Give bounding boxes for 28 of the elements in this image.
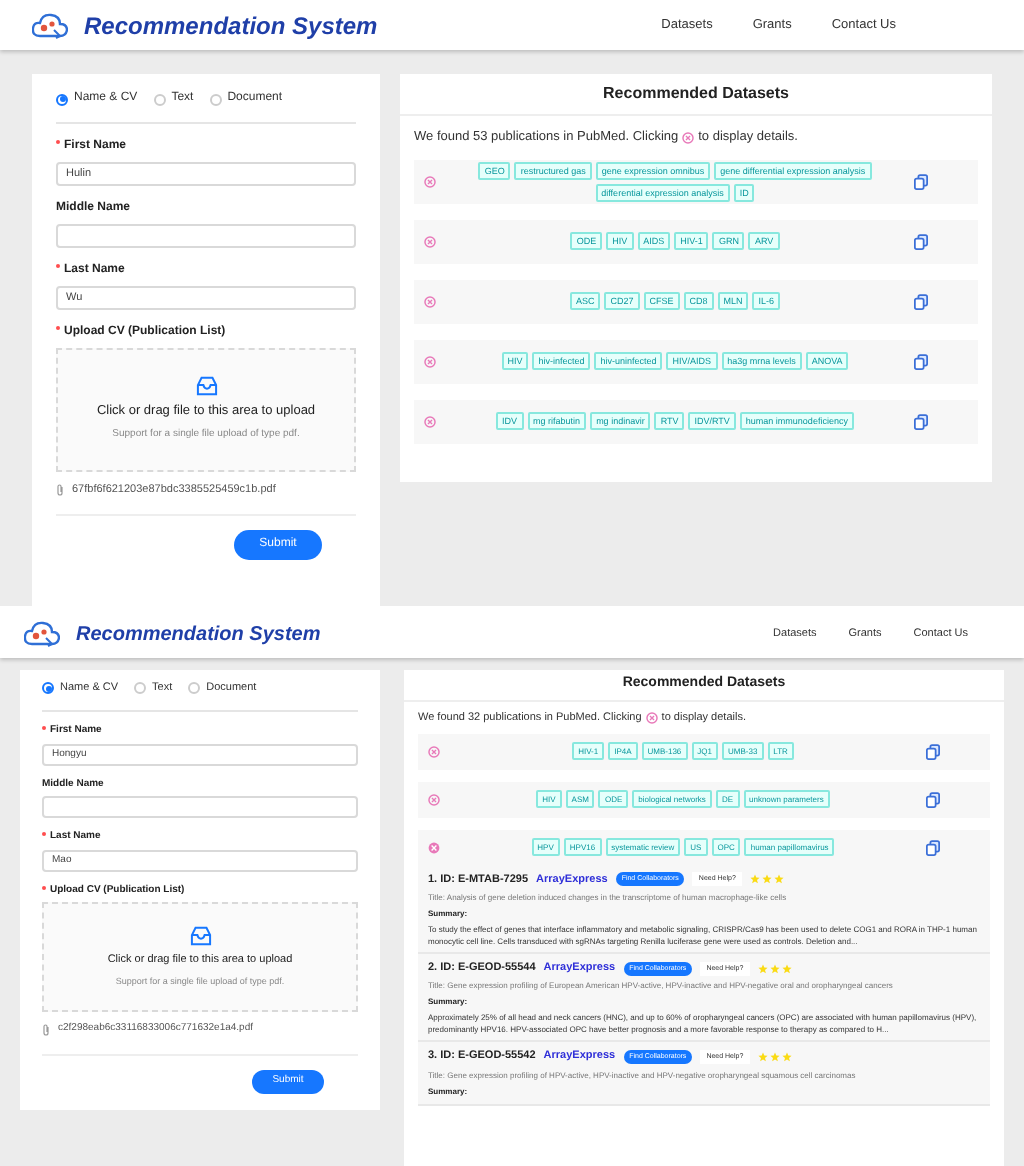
expand-icon[interactable] <box>424 355 436 368</box>
expand-icon[interactable] <box>428 745 440 758</box>
paperclip-icon <box>42 1024 50 1036</box>
inbox-icon <box>195 376 217 397</box>
paperclip-icon <box>56 484 64 497</box>
expand-icon[interactable] <box>424 295 436 308</box>
expand-icon[interactable] <box>424 415 436 428</box>
document-icon[interactable] <box>926 743 940 760</box>
close-circle-icon <box>645 711 658 724</box>
cloud-logo-icon <box>24 620 60 648</box>
document-icon[interactable] <box>914 413 928 430</box>
expand-icon[interactable] <box>424 175 436 188</box>
cloud-logo-icon <box>32 11 68 39</box>
panel-title: Recommended Datasets <box>603 82 789 106</box>
app-title: Recommendation System <box>76 621 321 649</box>
document-icon[interactable] <box>914 293 928 310</box>
document-icon[interactable] <box>914 173 928 190</box>
text-field[interactable] <box>56 224 356 248</box>
document-icon[interactable] <box>914 233 928 250</box>
document-icon[interactable] <box>926 839 940 856</box>
expand-icon[interactable] <box>424 235 436 248</box>
inbox-icon <box>189 926 211 947</box>
text-field[interactable] <box>42 796 358 819</box>
document-icon[interactable] <box>914 353 928 370</box>
document-icon[interactable] <box>926 791 940 808</box>
app-title: Recommendation System <box>84 9 378 43</box>
expand-icon[interactable] <box>428 793 440 806</box>
close-circle-icon <box>682 131 695 144</box>
